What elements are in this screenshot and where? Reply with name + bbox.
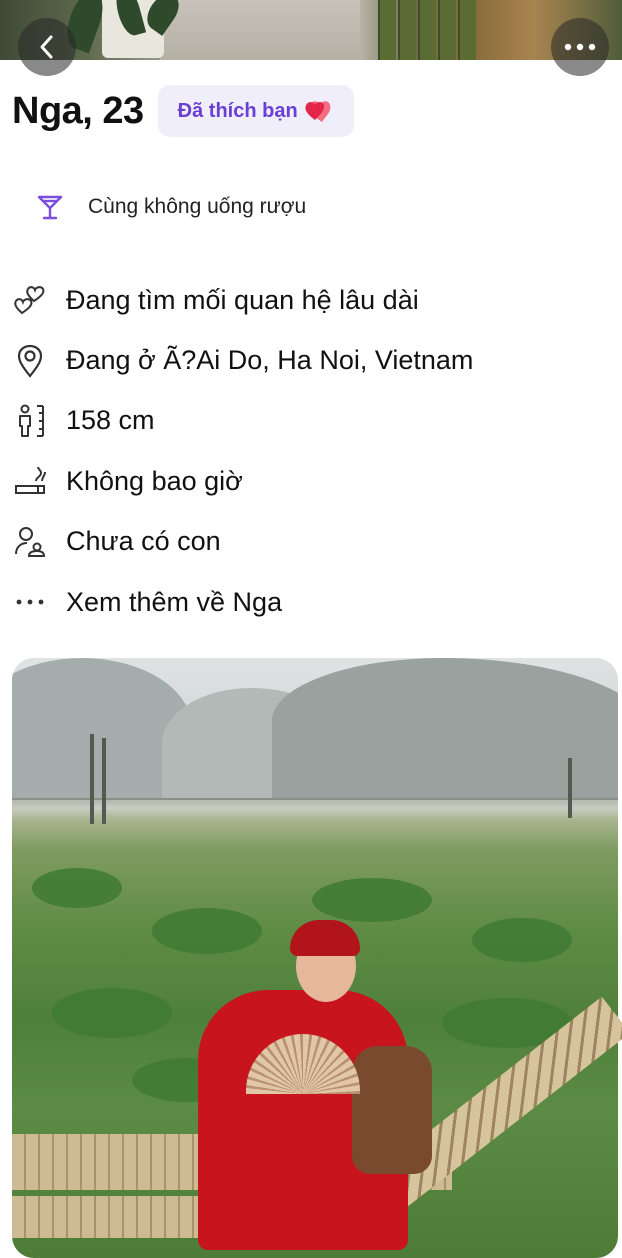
info-height: 158 cm [12,391,612,451]
more-options-button[interactable] [551,18,609,76]
info-height-text: 158 cm [66,405,155,436]
height-icon [12,403,48,439]
liked-you-badge: Đã thích bạn [157,85,354,137]
name-age: Nga, 23 [12,89,144,132]
back-button[interactable] [18,18,76,76]
top-photo [0,0,622,60]
info-children: Chưa có con [12,512,612,572]
info-location-text: Đang ở Ã?Ai Do, Ha Noi, Vietnam [66,345,474,376]
shared-interest: Cùng không uống rượu [36,192,306,222]
profile-info-list: Đang tìm mối quan hệ lâu dài Đang ở Ã?Ai… [12,270,612,632]
location-pin-icon [12,343,48,379]
chevron-left-icon [40,35,53,59]
info-location: Đang ở Ã?Ai Do, Ha Noi, Vietnam [12,330,612,390]
cigarette-icon [12,463,48,499]
info-smoking-text: Không bao giờ [66,465,243,496]
see-more-button[interactable]: Xem thêm về Nga [12,572,612,632]
more-horizontal-icon [564,43,596,51]
profile-header: Nga, 23 Đã thích bạn [12,84,354,138]
clay-jar [352,1046,432,1174]
liked-badge-label: Đã thích bạn [177,99,298,122]
children-icon [12,524,48,560]
info-children-text: Chưa có con [66,526,221,557]
bamboo-dock-lower [12,1196,212,1238]
shared-interest-text: Cùng không uống rượu [88,195,307,218]
hearts-outline-icon [12,282,48,318]
info-relationship-text: Đang tìm mối quan hệ lâu dài [66,284,419,315]
cocktail-glass-icon [37,195,63,220]
more-dots-icon [12,584,48,620]
see-more-text: Xem thêm về Nga [66,586,283,617]
info-relationship: Đang tìm mối quan hệ lâu dài [12,270,612,330]
two-hearts-icon [305,101,331,122]
info-smoking: Không bao giờ [12,451,612,511]
